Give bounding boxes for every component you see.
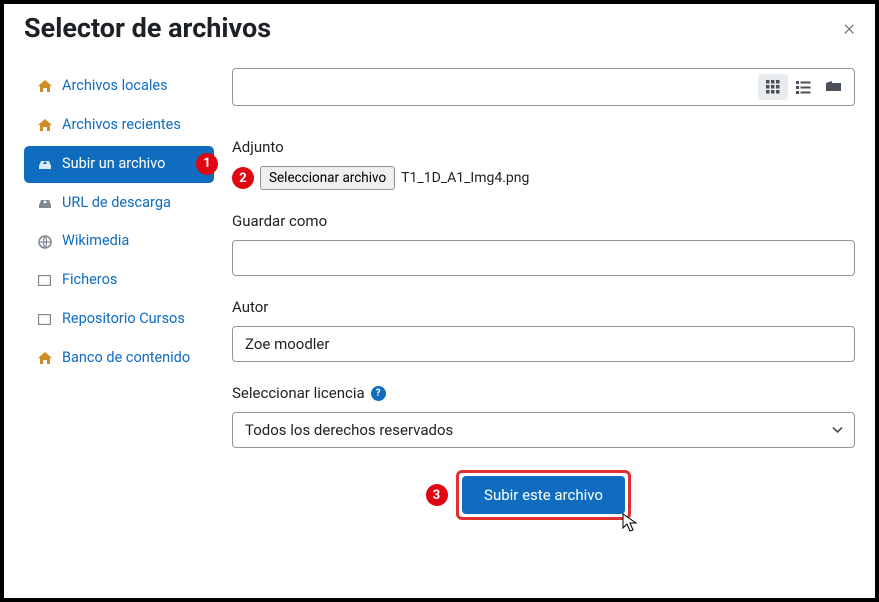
close-icon[interactable]: × bbox=[843, 16, 855, 41]
home-icon bbox=[38, 119, 54, 131]
author-label: Autor bbox=[232, 298, 855, 316]
view-grid-button[interactable] bbox=[758, 74, 788, 100]
sidebar-item-label: Banco de contenido bbox=[62, 349, 190, 368]
license-select[interactable] bbox=[232, 412, 855, 448]
author-input[interactable] bbox=[232, 326, 855, 362]
home-icon bbox=[38, 352, 54, 364]
sidebar-item-content-bank[interactable]: Banco de contenido bbox=[24, 340, 214, 377]
sidebar-item-label: Archivos locales bbox=[62, 77, 168, 96]
annotation-badge: 1 bbox=[196, 153, 218, 175]
view-toolbar bbox=[232, 68, 855, 106]
sidebar-item-label: Repositorio Cursos bbox=[62, 310, 185, 329]
dialog-header: Selector de archivos × bbox=[4, 4, 875, 48]
sidebar-item-label: Archivos recientes bbox=[62, 116, 181, 135]
save-as-label: Guardar como bbox=[232, 212, 855, 230]
sidebar-item-label: Wikimedia bbox=[62, 232, 129, 251]
help-icon[interactable]: ? bbox=[371, 386, 386, 401]
attachment-label: Adjunto bbox=[232, 138, 855, 156]
dialog-title: Selector de archivos bbox=[24, 12, 271, 44]
box-icon bbox=[38, 275, 54, 286]
sidebar-item-label: Ficheros bbox=[62, 271, 117, 290]
upload-icon bbox=[38, 158, 54, 170]
sidebar-item-course-repo[interactable]: Repositorio Cursos bbox=[24, 301, 214, 338]
annotation-badge: 2 bbox=[232, 167, 254, 189]
choose-file-button[interactable]: Seleccionar archivo bbox=[260, 166, 395, 190]
chosen-file-name: T1_1D_A1_Img4.png bbox=[401, 170, 529, 186]
view-list-button[interactable] bbox=[788, 74, 818, 100]
home-icon bbox=[38, 80, 54, 92]
sidebar-item-url-download[interactable]: URL de descarga bbox=[24, 185, 214, 222]
sidebar-item-wikimedia[interactable]: Wikimedia bbox=[24, 223, 214, 260]
dialog-frame: Selector de archivos × Archivos locales … bbox=[0, 0, 879, 602]
upload-submit-button[interactable]: Subir este archivo bbox=[462, 476, 625, 514]
sidebar-item-label: Subir un archivo bbox=[62, 155, 165, 174]
license-label: Seleccionar licencia ? bbox=[232, 384, 855, 402]
cursor-icon bbox=[622, 513, 638, 533]
view-tree-button[interactable] bbox=[818, 74, 848, 100]
sidebar-item-local-files[interactable]: Archivos locales bbox=[24, 68, 214, 105]
sidebar-item-label: URL de descarga bbox=[62, 194, 171, 213]
sidebar-item-files[interactable]: Ficheros bbox=[24, 262, 214, 299]
submit-row: 3 Subir este archivo bbox=[232, 470, 855, 520]
file-input-row: 2 Seleccionar archivo T1_1D_A1_Img4.png bbox=[232, 166, 855, 190]
box-icon bbox=[38, 314, 54, 325]
download-icon bbox=[38, 197, 54, 209]
annotation-badge: 3 bbox=[426, 484, 448, 506]
submit-highlight: Subir este archivo bbox=[456, 470, 631, 520]
sidebar-item-recent-files[interactable]: Archivos recientes bbox=[24, 107, 214, 144]
sidebar-item-upload[interactable]: Subir un archivo 1 bbox=[24, 146, 214, 183]
save-as-input[interactable] bbox=[232, 240, 855, 276]
globe-icon bbox=[38, 235, 54, 249]
repository-sidebar: Archivos locales Archivos recientes Subi… bbox=[24, 68, 214, 598]
main-panel: Adjunto 2 Seleccionar archivo T1_1D_A1_I… bbox=[232, 68, 855, 598]
